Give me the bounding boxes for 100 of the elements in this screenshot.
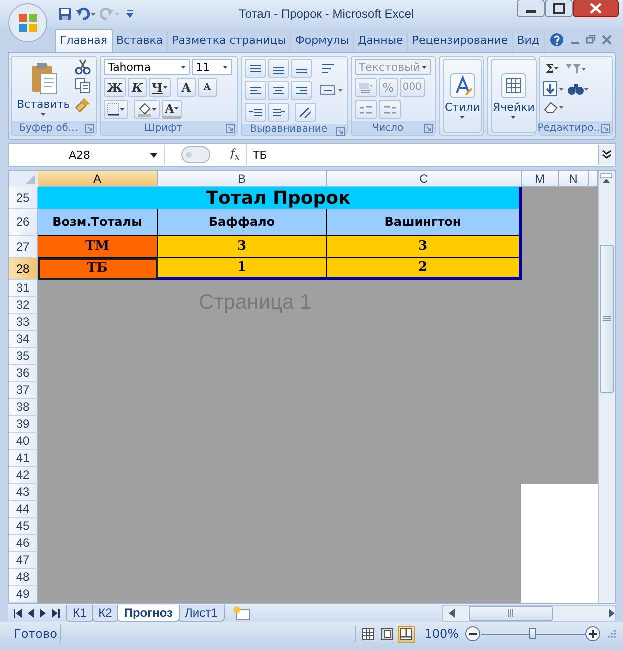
previous-sheet-icon[interactable] (28, 608, 34, 618)
new-sheet-icon[interactable] (230, 605, 253, 621)
caret-icon[interactable] (152, 108, 158, 111)
brush-icon[interactable] (75, 97, 92, 113)
caret-icon[interactable] (181, 66, 186, 68)
row-header[interactable]: 47 (9, 552, 38, 569)
fill-down-icon[interactable] (543, 81, 565, 97)
align-top-icon[interactable] (248, 62, 263, 75)
row-header[interactable]: 35 (9, 348, 38, 365)
row-header[interactable]: 37 (9, 382, 38, 399)
name-box[interactable]: A28 (9, 145, 165, 165)
fill-color-button[interactable] (134, 100, 160, 119)
column-header[interactable]: N (559, 171, 589, 187)
row-header[interactable]: 40 (9, 433, 38, 450)
row-header[interactable]: 42 (9, 467, 38, 484)
sheet-tab[interactable]: К2 (92, 604, 120, 622)
row-header[interactable]: 25 (9, 187, 38, 209)
maximize-icon[interactable] (545, 0, 573, 18)
resize-grip-icon[interactable] (607, 629, 617, 639)
formula-field[interactable]: ТБ (247, 148, 598, 162)
table-cell[interactable]: Возм.Тоталы (38, 209, 158, 236)
expand-icon[interactable] (602, 150, 612, 160)
table-cell[interactable]: 3 (327, 236, 522, 258)
caret-icon[interactable] (162, 86, 168, 89)
table-cell[interactable]: ТБ (38, 258, 158, 280)
align-left-icon[interactable] (248, 84, 263, 97)
save-icon[interactable] (58, 7, 72, 21)
row-header[interactable]: 44 (9, 501, 38, 518)
slider-grip-icon[interactable] (180, 146, 211, 164)
caret-icon[interactable] (41, 113, 46, 116)
zoom-out-icon[interactable] (465, 626, 481, 642)
next-sheet-icon[interactable] (40, 608, 46, 618)
align-center-icon[interactable] (270, 84, 286, 97)
row-header[interactable]: 49 (9, 586, 38, 603)
page-layout-icon[interactable] (380, 628, 394, 640)
insert-function-button[interactable]: f$_{x}$ (230, 146, 240, 164)
office-logo-icon[interactable] (8, 3, 48, 43)
borders-button[interactable] (104, 100, 128, 119)
undo-icon[interactable] (76, 7, 96, 21)
orientation-icon[interactable] (298, 106, 313, 119)
zoom-slider[interactable] (481, 627, 585, 641)
increase-indent-icon[interactable] (270, 106, 286, 119)
help-icon[interactable] (550, 33, 564, 47)
caret-icon[interactable] (120, 108, 126, 111)
sort-filter-icon[interactable] (564, 62, 586, 76)
bold-button[interactable]: Ж (104, 78, 126, 97)
font-color-button[interactable]: A (162, 100, 182, 119)
row-header[interactable]: 43 (9, 484, 38, 501)
sheet-tab[interactable]: Прогноз (117, 604, 180, 622)
normal-view-icon[interactable] (362, 628, 375, 640)
caret-icon[interactable] (223, 66, 228, 68)
sheet-tab[interactable]: Лист1 (178, 604, 225, 622)
page-break-preview-icon[interactable] (400, 628, 413, 640)
row-header[interactable]: 41 (9, 450, 38, 467)
row-header[interactable]: 34 (9, 331, 38, 348)
minimize-icon[interactable] (517, 0, 545, 18)
row-header[interactable]: 45 (9, 518, 38, 535)
eraser-icon[interactable] (543, 100, 565, 114)
caret-icon[interactable] (511, 116, 516, 119)
wrap-text-icon[interactable] (320, 62, 336, 75)
row-header[interactable]: 28 (9, 258, 38, 280)
caret-icon[interactable] (150, 152, 158, 158)
horizontal-scrollbar[interactable] (442, 604, 616, 622)
ribbon-tab[interactable]: Главная (55, 29, 113, 52)
customize-caret-icon[interactable] (124, 9, 136, 19)
scroll-right-icon[interactable] (609, 608, 615, 618)
underline-button[interactable]: Ч (148, 78, 171, 97)
table-cell[interactable]: Вашингтон (327, 209, 522, 236)
scroll-left-icon[interactable] (449, 608, 455, 618)
sheet-tab[interactable]: К1 (66, 604, 94, 622)
font-name-field[interactable]: Tahoma (104, 59, 190, 75)
close-icon[interactable] (573, 0, 619, 18)
cells-button[interactable]: Ячейки (491, 59, 537, 133)
table-cell[interactable]: 2 (327, 258, 522, 280)
last-sheet-icon[interactable] (52, 608, 60, 618)
table-cell[interactable]: 1 (158, 258, 327, 280)
row-header[interactable]: 26 (9, 209, 38, 236)
caret-icon[interactable] (460, 116, 466, 119)
zoom-in-icon[interactable] (585, 626, 601, 642)
row-header[interactable]: 27 (9, 236, 38, 258)
shrink-font-button[interactable]: A (198, 78, 217, 97)
caret-icon[interactable] (174, 107, 180, 110)
row-header[interactable]: 32 (9, 297, 38, 314)
copy-icon[interactable] (75, 78, 92, 94)
autosum-button[interactable]: Σ (543, 59, 562, 78)
decrease-indent-icon[interactable] (248, 106, 263, 119)
table-cell[interactable]: ТМ (38, 236, 158, 258)
zoom-level[interactable]: 100% (418, 627, 465, 641)
font-size-field[interactable]: 11 (192, 59, 232, 75)
paste-button[interactable]: Вставить (15, 59, 72, 119)
table-cell[interactable]: 3 (158, 236, 327, 258)
row-header[interactable]: 39 (9, 416, 38, 433)
row-header[interactable]: 46 (9, 535, 38, 552)
column-header[interactable]: C (327, 171, 522, 187)
row-header[interactable]: 38 (9, 399, 38, 416)
grow-font-button[interactable]: A (176, 78, 196, 97)
row-header[interactable]: 36 (9, 365, 38, 382)
column-header[interactable]: A (38, 171, 158, 187)
table-cell[interactable]: Баффало (158, 209, 327, 236)
currency-icon[interactable] (358, 81, 374, 94)
